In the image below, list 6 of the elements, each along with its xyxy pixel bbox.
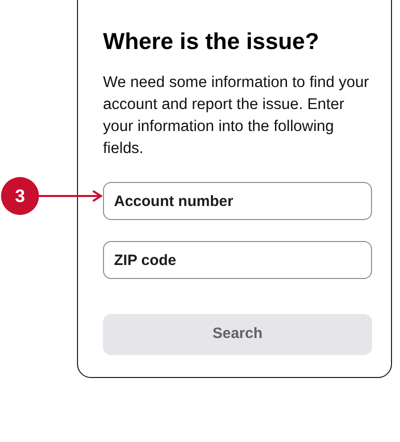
- callout-badge: 3: [1, 177, 39, 215]
- arrow-icon: [39, 190, 103, 202]
- input-field[interactable]: Account number: [103, 182, 372, 220]
- input-field[interactable]: ZIP code: [103, 241, 372, 279]
- description: We need some information to find your account and report the issue. Enter your information into the following fields.: [103, 73, 370, 159]
- title: Where is the issue?: [103, 27, 320, 56]
